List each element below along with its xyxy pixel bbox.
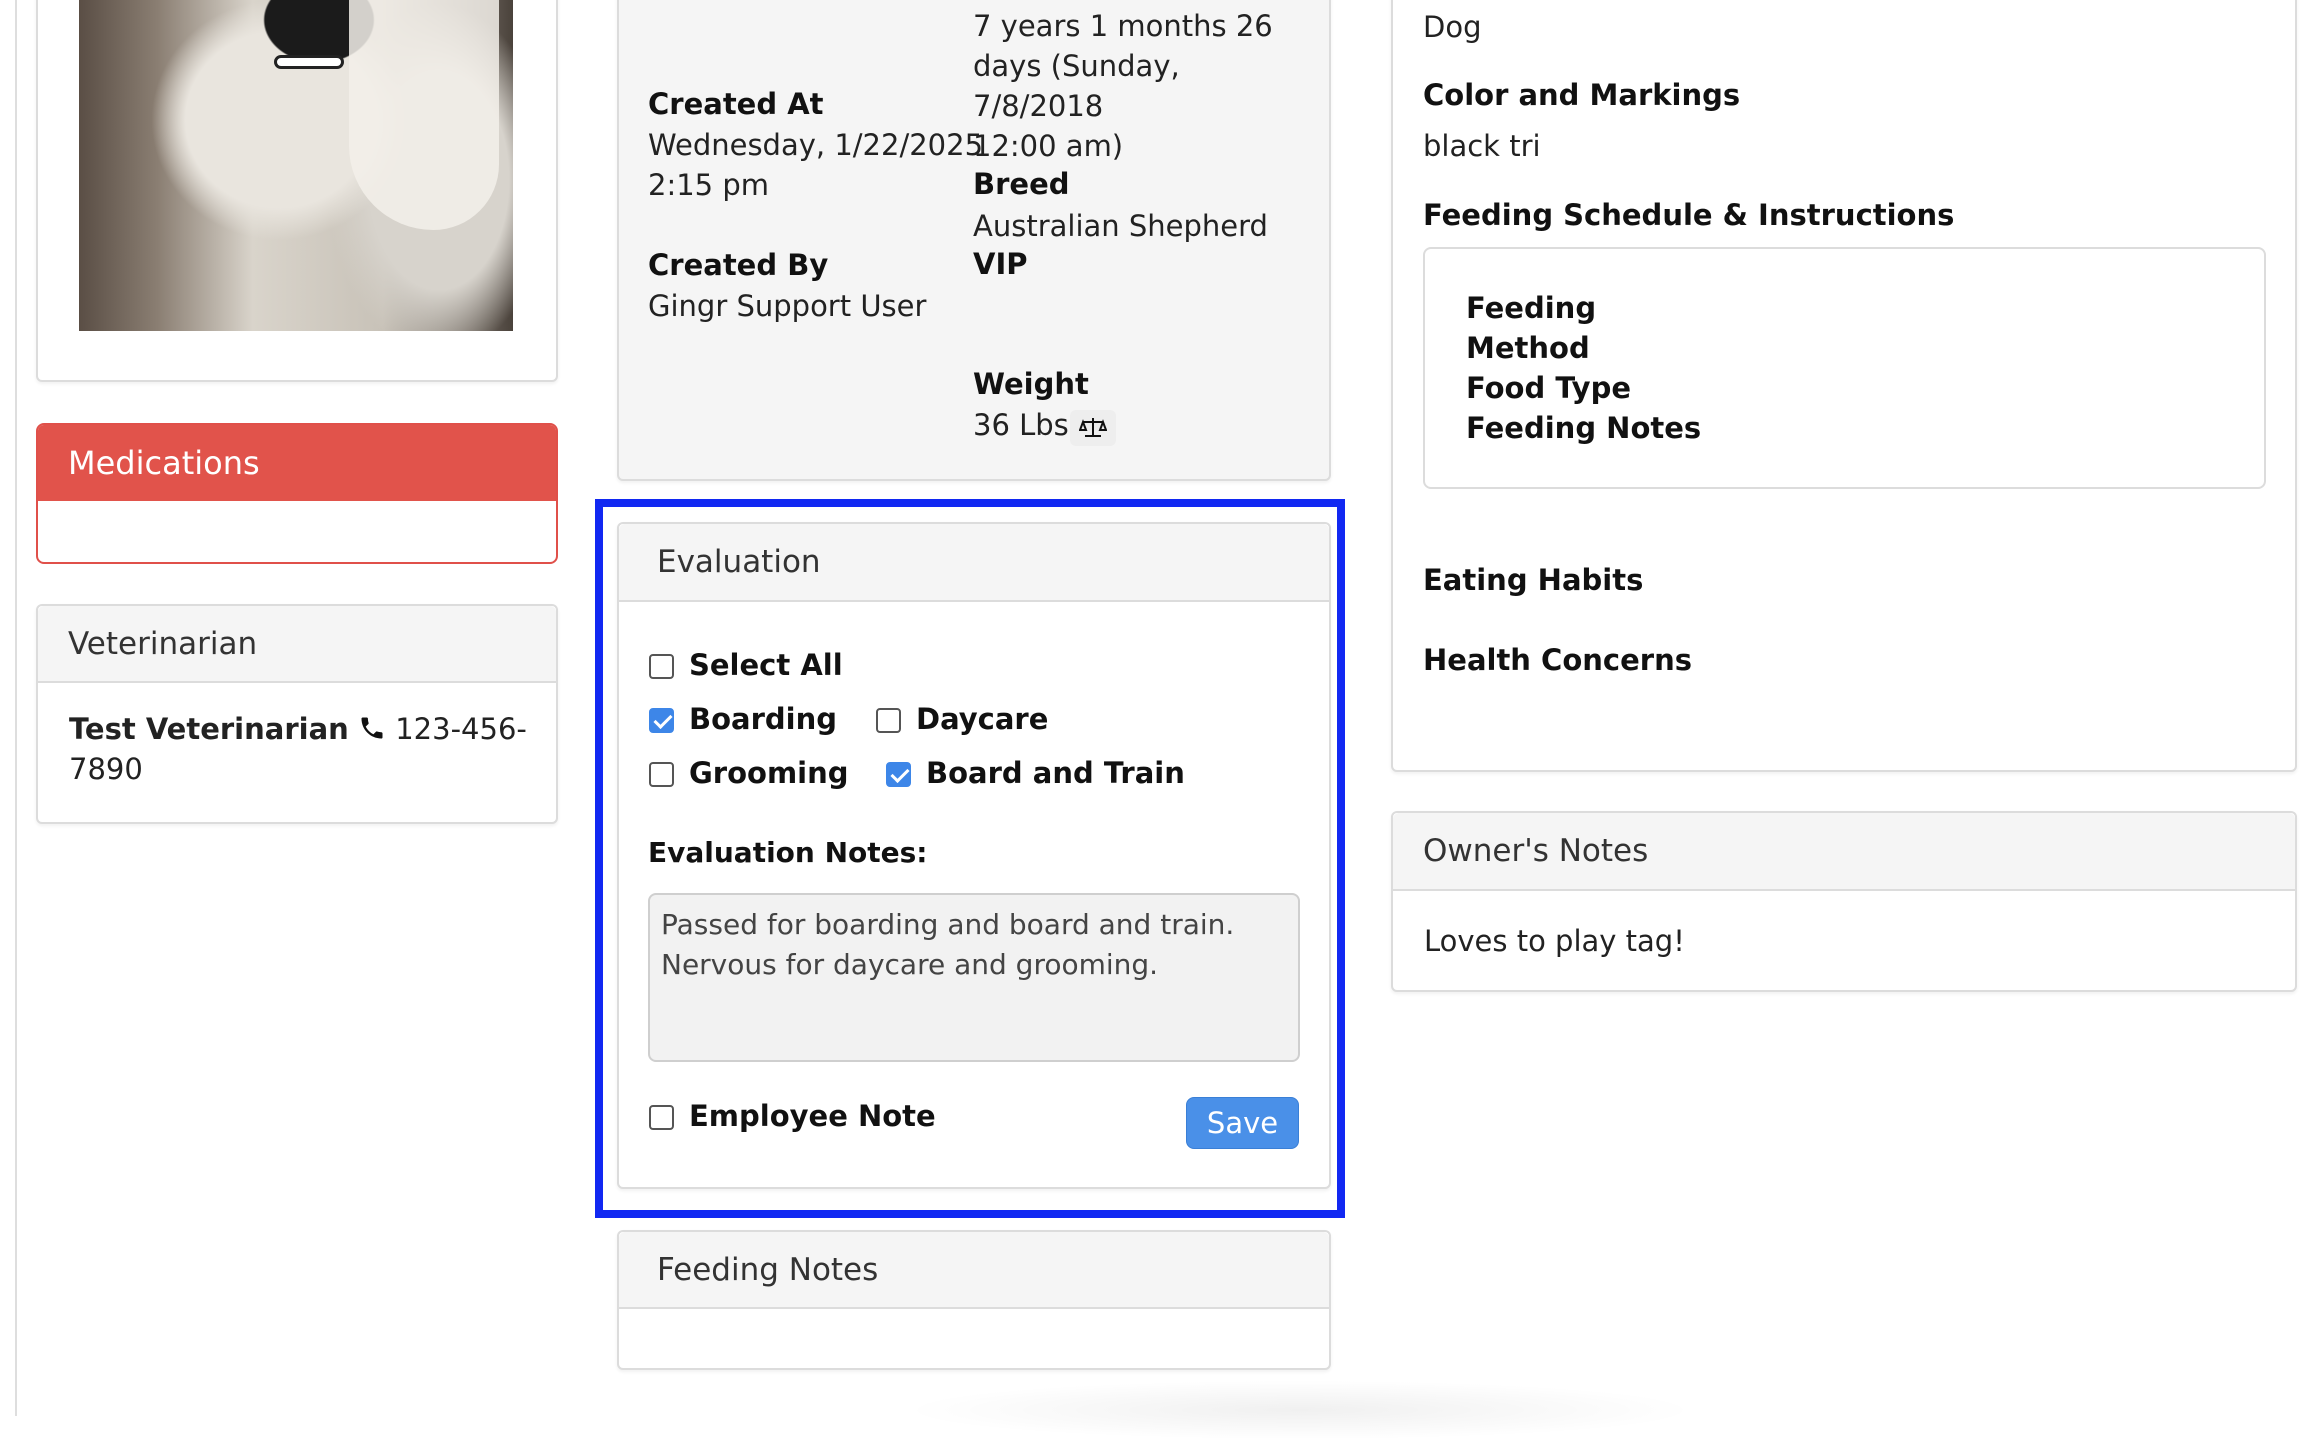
feeding-notes-title: Feeding Notes xyxy=(657,1251,879,1288)
board-and-train-checkbox[interactable] xyxy=(886,762,911,787)
grooming-checkbox[interactable] xyxy=(649,762,674,787)
weight-label: Weight xyxy=(973,367,1089,401)
health-concerns-label: Health Concerns xyxy=(1423,643,1692,677)
feeding-field-feeding-notes: Feeding Notes xyxy=(1466,411,1702,445)
feeding-notes-panel: Feeding Notes xyxy=(617,1230,1331,1370)
grooming-label[interactable]: Grooming xyxy=(689,756,849,790)
weight-value: 36 Lbs xyxy=(973,408,1069,442)
eating-habits-label: Eating Habits xyxy=(1423,563,1644,597)
employee-note-checkbox[interactable] xyxy=(649,1105,674,1130)
color-markings-value: black tri xyxy=(1423,129,1541,163)
daycare-label[interactable]: Daycare xyxy=(916,702,1048,736)
vet-phone-line2[interactable]: 7890 xyxy=(69,752,143,786)
phone-icon xyxy=(358,712,386,740)
vet-name: Test Veterinarian xyxy=(69,712,349,746)
created-by-value: Gingr Support User xyxy=(648,289,927,323)
created-by-label: Created By xyxy=(648,248,829,282)
species-value: Dog xyxy=(1423,10,1482,44)
breed-label: Breed xyxy=(973,167,1070,201)
feeding-notes-heading[interactable]: Feeding Notes xyxy=(619,1232,1329,1309)
daycare-checkbox[interactable] xyxy=(876,708,901,733)
save-button[interactable]: Save xyxy=(1186,1097,1299,1149)
owners-notes-title: Owner's Notes xyxy=(1423,833,1649,869)
feeding-schedule-box: Feeding Method Food Type Feeding Notes xyxy=(1423,247,2266,489)
vet-phone-line1[interactable]: 123-456- xyxy=(395,712,527,746)
veterinarian-title: Veterinarian xyxy=(68,625,258,662)
age-value: 7 years 1 months 26 days (Sunday, 7/8/20… xyxy=(973,9,1273,163)
board-and-train-label[interactable]: Board and Train xyxy=(926,756,1185,790)
pet-photo xyxy=(79,0,513,331)
boarding-checkbox[interactable] xyxy=(649,708,674,733)
select-all-checkbox[interactable] xyxy=(649,654,674,679)
breed-value: Australian Shepherd xyxy=(973,209,1268,243)
feeding-field-food-type: Food Type xyxy=(1466,371,1632,405)
medications-heading[interactable]: Medications xyxy=(38,425,556,501)
created-at-label: Created At xyxy=(648,87,824,121)
veterinarian-heading: Veterinarian xyxy=(38,606,556,683)
evaluation-heading: Evaluation xyxy=(619,524,1329,602)
employee-note-label[interactable]: Employee Note xyxy=(689,1099,936,1133)
owners-notes-panel: Owner's Notes Loves to play tag! xyxy=(1391,811,2297,992)
vip-label: VIP xyxy=(973,247,1028,281)
evaluation-notes-label: Evaluation Notes: xyxy=(648,836,928,869)
owners-notes-text: Loves to play tag! xyxy=(1424,924,1685,958)
scale-icon[interactable] xyxy=(1070,410,1116,446)
created-at-value: Wednesday, 1/22/2025 2:15 pm xyxy=(648,128,984,202)
evaluation-title: Evaluation xyxy=(657,544,821,580)
owners-notes-heading[interactable]: Owner's Notes xyxy=(1393,813,2295,891)
color-markings-label: Color and Markings xyxy=(1423,78,1741,112)
select-all-label[interactable]: Select All xyxy=(689,648,843,682)
feeding-field-feeding: Feeding xyxy=(1466,291,1597,325)
page-bottom-shadow xyxy=(900,1380,1700,1440)
evaluation-notes-textarea[interactable]: Passed for boarding and board and train.… xyxy=(648,893,1300,1062)
feeding-schedule-label: Feeding Schedule & Instructions xyxy=(1423,198,1955,232)
medications-panel: Medications xyxy=(36,423,558,564)
veterinarian-panel: Veterinarian Test Veterinarian 123-456- … xyxy=(36,604,558,824)
boarding-label[interactable]: Boarding xyxy=(689,702,837,736)
feeding-field-method: Method xyxy=(1466,331,1590,365)
